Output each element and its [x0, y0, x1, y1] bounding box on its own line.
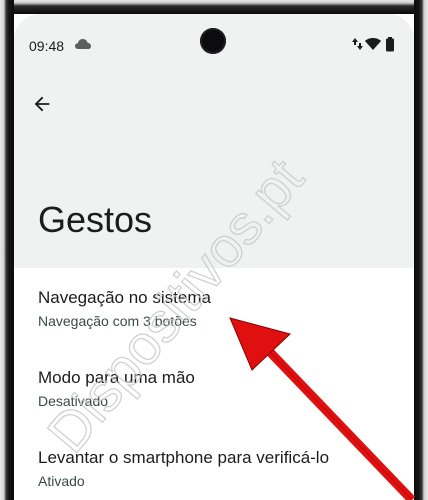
list-item-summary: Desativado: [38, 393, 109, 409]
phone-frame: 09:48 Gestos Navegação no sistema Navega…: [0, 0, 428, 500]
phone-bezel-top: [0, 0, 428, 14]
phone-bezel-right: [414, 0, 428, 500]
header-area: 09:48 Gestos: [14, 14, 414, 268]
page-title: Gestos: [38, 199, 153, 240]
cloud-icon: [75, 39, 91, 49]
list-item-title: Modo para uma mão: [38, 368, 195, 387]
list-item-summary: Navegação com 3 botões: [38, 313, 197, 329]
arrow-left-icon: [34, 96, 50, 112]
list-item-system-navigation[interactable]: Navegação no sistema Navegação com 3 bot…: [14, 268, 414, 348]
phone-bezel-left: [0, 0, 14, 500]
status-icons: [352, 37, 394, 52]
list-item-summary: Ativado: [38, 473, 85, 489]
screen: 09:48 Gestos Navegação no sistema Navega…: [14, 14, 414, 500]
front-camera: [200, 28, 226, 54]
list-item-title: Levantar o smartphone para verificá-lo: [38, 448, 330, 467]
list-item-one-handed-mode[interactable]: Modo para uma mão Desativado: [14, 348, 414, 428]
data-arrows-icon: [352, 38, 363, 50]
list-item-title: Navegação no sistema: [38, 288, 211, 307]
back-button[interactable]: [26, 88, 58, 120]
battery-icon: [386, 37, 394, 52]
list-item-lift-to-check[interactable]: Levantar o smartphone para verificá-lo A…: [14, 428, 414, 500]
wifi-icon: [365, 38, 381, 50]
status-time: 09:48: [29, 38, 65, 54]
status-bar: 09:48: [14, 14, 414, 54]
